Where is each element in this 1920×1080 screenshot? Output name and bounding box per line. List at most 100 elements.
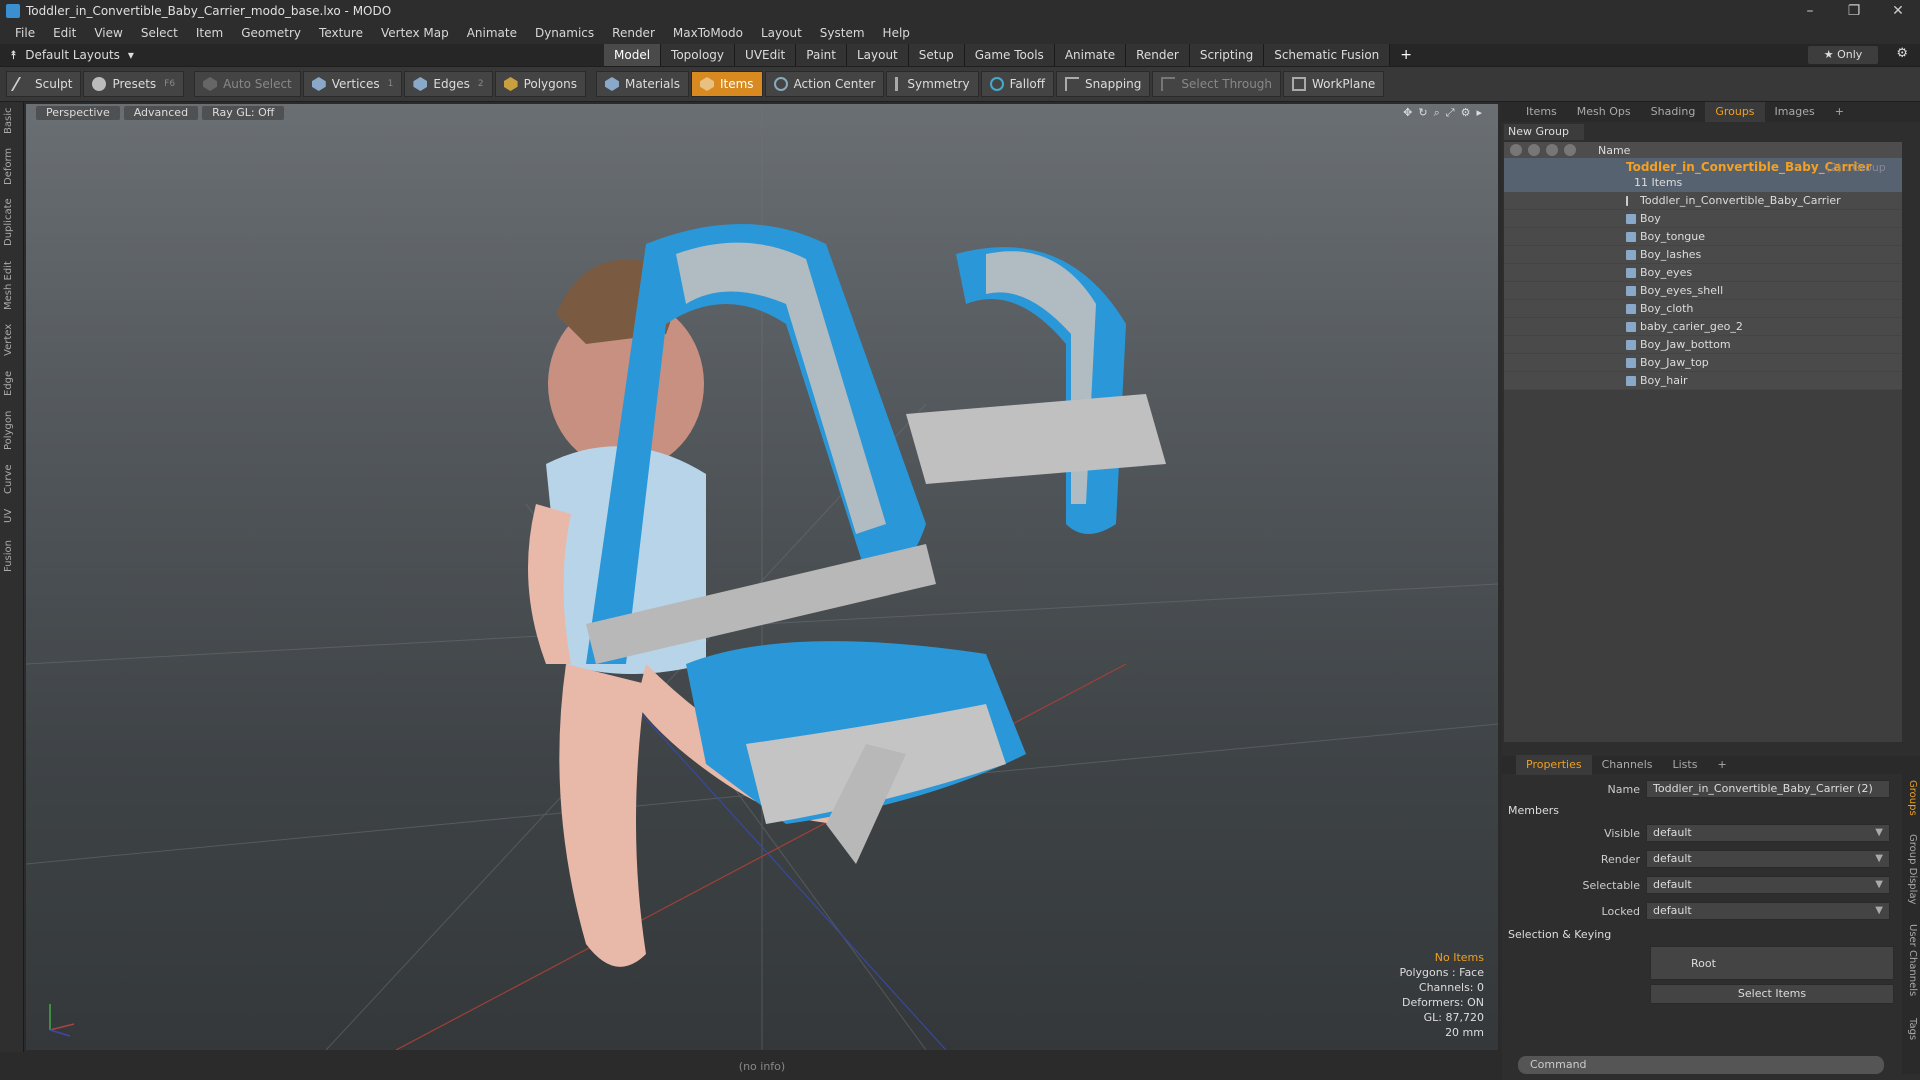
viewport-gear-icon[interactable]: ⚙ [1461,106,1471,120]
raygl-button[interactable]: Ray GL: Off [202,106,285,120]
side-tab-tags[interactable]: Tags [1904,1018,1918,1040]
tab-images[interactable]: Images [1765,102,1825,122]
tab-uv[interactable]: UV [3,504,21,528]
selectable-dropdown[interactable]: default ▼ [1646,876,1890,894]
sculpt-button[interactable]: Sculpt [6,71,82,97]
tree-item[interactable]: Toddler_in_Convertible_Baby_Carrier [1504,192,1902,210]
select-through-button[interactable]: Select Through [1152,71,1282,97]
close-button[interactable]: ✕ [1876,0,1920,22]
members-section[interactable]: Members [1508,804,1559,817]
menu-system[interactable]: System [811,22,874,44]
gear-icon[interactable]: ⚙ [1896,46,1908,61]
tab-properties[interactable]: Properties [1516,755,1592,775]
menu-maxtomodo[interactable]: MaxToModo [664,22,752,44]
tab-lists[interactable]: Lists [1663,755,1708,775]
tab-mesh-ops[interactable]: Mesh Ops [1567,102,1641,122]
tree-item[interactable]: Boy_Jaw_bottom [1504,336,1902,354]
menu-select[interactable]: Select [132,22,187,44]
tab-layout[interactable]: Layout [846,44,909,66]
edges-button[interactable]: Edges 2 [404,71,493,97]
only-button[interactable]: ★ Only [1808,46,1878,64]
side-tab-groups[interactable]: Groups [1904,780,1918,816]
tab-items[interactable]: Items [1516,102,1567,122]
render-dropdown[interactable]: default ▼ [1646,850,1890,868]
tree-item[interactable]: Boy_tongue [1504,228,1902,246]
workplane-button[interactable]: WorkPlane [1283,71,1385,97]
tree-item[interactable]: Boy_eyes [1504,264,1902,282]
maximize-button[interactable]: ❐ [1832,0,1876,22]
tab-uvedit[interactable]: UVEdit [735,44,797,66]
snapping-button[interactable]: Snapping [1056,71,1151,97]
tab-edge[interactable]: Edge [3,366,21,400]
viewport-menu-icon[interactable]: ▸ [1476,106,1482,120]
tree-item[interactable]: Boy_cloth [1504,300,1902,318]
tab-schematic-fusion[interactable]: Schematic Fusion [1264,44,1391,66]
tab-vertex[interactable]: Vertex [3,320,21,360]
tab-duplicate[interactable]: Duplicate [3,194,21,250]
layout-selector[interactable]: ⯭ Default Layouts ▾ [0,48,150,63]
polygons-button[interactable]: Polygons [494,71,586,97]
tab-fusion[interactable]: Fusion [3,536,21,576]
action-center-button[interactable]: Action Center [764,71,885,97]
tree-item[interactable]: Boy_lashes [1504,246,1902,264]
minimize-button[interactable]: – [1788,0,1832,22]
add-panel-tab-icon[interactable]: + [1825,102,1854,122]
items-button[interactable]: Items [690,71,763,97]
command-input[interactable]: Command [1518,1056,1884,1074]
side-tab-group-display[interactable]: Group Display [1904,834,1918,904]
menu-dynamics[interactable]: Dynamics [526,22,603,44]
tab-mesh-edit[interactable]: Mesh Edit [3,258,21,314]
new-group-button[interactable]: New Group [1504,124,1584,140]
tab-curve[interactable]: Curve [3,460,21,498]
symmetry-button[interactable]: Symmetry [886,71,979,97]
select-items-button[interactable]: Select Items [1650,984,1894,1004]
tab-animate[interactable]: Animate [1054,44,1127,66]
vertices-button[interactable]: Vertices 1 [302,71,403,97]
menu-edit[interactable]: Edit [44,22,85,44]
auto-select-button[interactable]: Auto Select [194,71,301,97]
add-tab-icon[interactable]: + [1390,44,1422,66]
materials-button[interactable]: Materials [595,71,689,97]
name-column-header[interactable]: Name [1598,144,1630,157]
tab-game-tools[interactable]: Game Tools [964,44,1055,66]
falloff-button[interactable]: Falloff [980,71,1055,97]
tree-item[interactable]: Boy_hair [1504,372,1902,390]
presets-button[interactable]: Presets F6 [83,71,185,97]
menu-texture[interactable]: Texture [310,22,372,44]
menu-help[interactable]: Help [874,22,919,44]
add-props-tab-icon[interactable]: + [1707,755,1736,775]
menu-geometry[interactable]: Geometry [232,22,310,44]
visible-dropdown[interactable]: default ▼ [1646,824,1890,842]
tab-render[interactable]: Render [1126,44,1190,66]
menu-layout[interactable]: Layout [752,22,811,44]
tab-groups[interactable]: Groups [1705,102,1765,122]
select-icon[interactable] [1564,144,1576,156]
tab-shading[interactable]: Shading [1641,102,1706,122]
menu-file[interactable]: File [6,22,44,44]
render-icon[interactable] [1528,144,1540,156]
tree-item[interactable]: Boy_Jaw_top [1504,354,1902,372]
pan-icon[interactable]: ✥ [1403,106,1412,120]
locked-dropdown[interactable]: default ▼ [1646,902,1890,920]
root-button[interactable]: Root [1650,946,1894,980]
menu-item[interactable]: Item [187,22,232,44]
perspective-button[interactable]: Perspective [36,106,120,120]
tab-model[interactable]: Model [604,44,662,66]
maximize-view-icon[interactable]: ⤢ [1446,106,1455,120]
tab-deform[interactable]: Deform [3,146,21,186]
side-tab-user-channels[interactable]: User Channels [1904,924,1918,996]
tab-basic[interactable]: Basic [3,106,21,136]
zoom-icon[interactable]: ⌕ [1434,106,1440,120]
3d-viewport[interactable]: Perspective Advanced Ray GL: Off ✥ ↻ ⌕ ⤢… [26,104,1498,1050]
rotate-icon[interactable]: ↻ [1418,106,1427,120]
menu-vertex-map[interactable]: Vertex Map [372,22,458,44]
tab-polygon[interactable]: Polygon [3,406,21,454]
lock-icon[interactable] [1546,144,1558,156]
advanced-button[interactable]: Advanced [123,106,199,120]
group-row[interactable]: Toddler_in_Convertible_Baby_Carrier (2) … [1504,158,1902,192]
tab-setup[interactable]: Setup [908,44,965,66]
name-field[interactable]: Toddler_in_Convertible_Baby_Carrier (2) [1646,780,1890,798]
tree-item[interactable]: Boy_eyes_shell [1504,282,1902,300]
tab-scripting[interactable]: Scripting [1189,44,1265,66]
tab-topology[interactable]: Topology [661,44,736,66]
